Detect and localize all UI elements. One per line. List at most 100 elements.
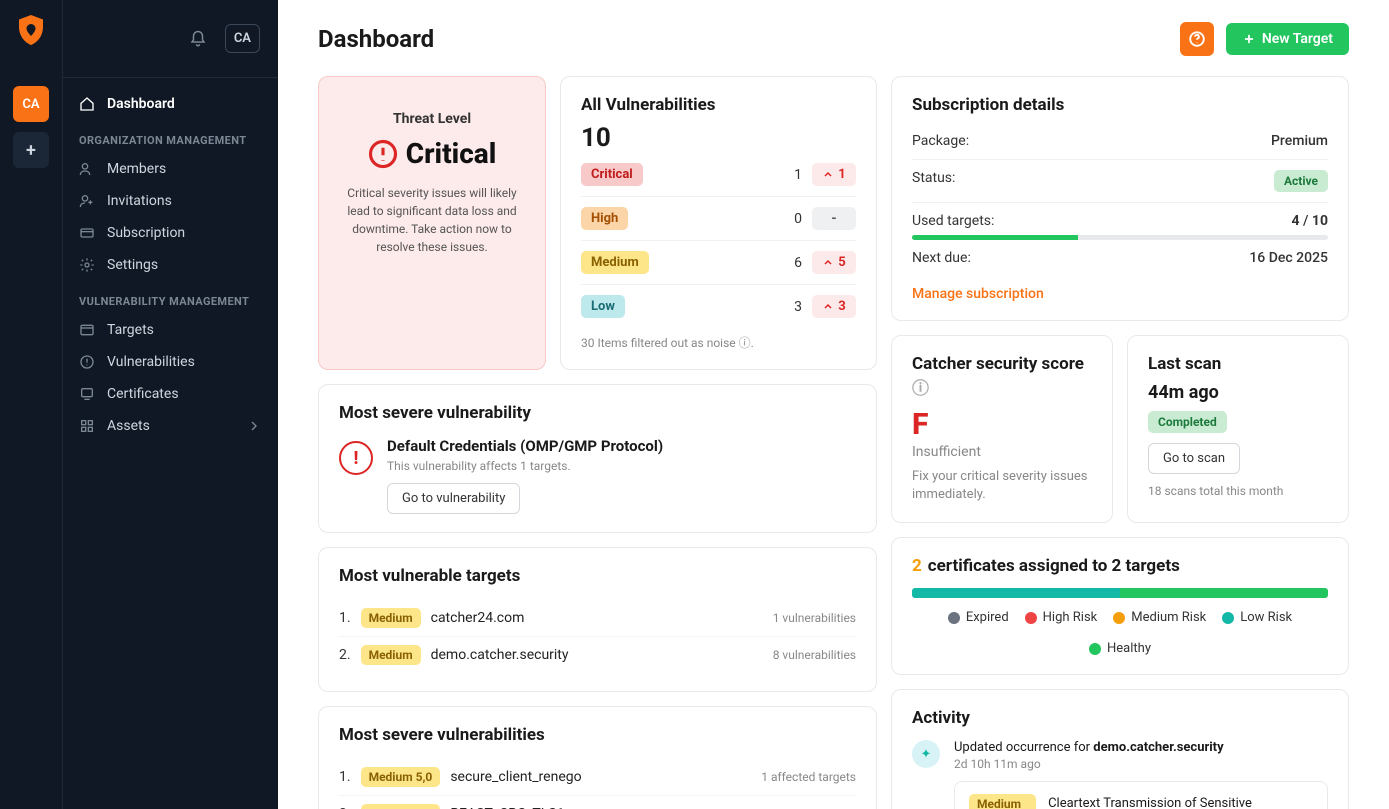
- score-card: Catcher security score ⓘ F Insufficient …: [891, 335, 1113, 523]
- vuln-title: All Vulnerabilities: [581, 95, 856, 115]
- sidebar-item-members[interactable]: Members: [63, 153, 278, 185]
- score-fix: Fix your critical severity issues immedi…: [912, 468, 1092, 504]
- all-vulnerabilities-card: All Vulnerabilities 10 Critical 1 1 High…: [560, 76, 877, 370]
- trend-badge: 1: [812, 163, 856, 186]
- vuln-row[interactable]: Low 3 3: [581, 285, 856, 328]
- score-sub: Insufficient: [912, 444, 1092, 460]
- chevron-right-icon: [246, 418, 262, 434]
- vuln-row[interactable]: High 0 -: [581, 197, 856, 241]
- threat-level-card: Threat Level Critical Critical severity …: [318, 76, 546, 370]
- sidebar-item-label: Targets: [107, 322, 154, 338]
- activity-ago: 2d 10h 11m ago: [954, 757, 1328, 771]
- sub-package-value: Premium: [1271, 133, 1328, 149]
- sidebar-item-label: Members: [107, 161, 166, 177]
- severity-pill: High: [581, 207, 628, 230]
- last-scan-meta: 18 scans total this month: [1148, 484, 1328, 498]
- vuln-count: 0: [794, 211, 812, 227]
- user-menu[interactable]: CA: [225, 24, 260, 53]
- help-button[interactable]: [1180, 22, 1214, 56]
- sv-heading: Most severe vulnerabilities: [339, 725, 856, 745]
- score-grade: F: [912, 407, 1092, 442]
- trend-badge: 3: [812, 295, 856, 318]
- sidebar-item-subscription[interactable]: Subscription: [63, 217, 278, 249]
- vuln-count: 6: [794, 255, 812, 271]
- vuln-count: 3: [794, 299, 812, 315]
- sidebar-item-label: Settings: [107, 257, 158, 273]
- most-severe-vulns-card: Most severe vulnerabilities 1. Medium 5,…: [318, 706, 877, 809]
- page-title: Dashboard: [318, 25, 434, 53]
- sidebar-item-assets[interactable]: Assets: [63, 410, 278, 442]
- severity-pill: Medium 5,0: [361, 804, 441, 809]
- sidebar-item-label: Dashboard: [107, 96, 175, 112]
- severity-pill: Low: [581, 295, 625, 318]
- app-logo-icon: [13, 12, 49, 48]
- sidebar-heading: ORGANIZATION MANAGEMENT: [63, 120, 278, 153]
- subscription-card: Subscription details Package: Premium St…: [891, 76, 1349, 321]
- help-icon: [1188, 30, 1206, 48]
- trend-badge: -: [812, 207, 856, 230]
- sub-title: Subscription details: [912, 95, 1328, 115]
- new-target-label: New Target: [1262, 31, 1333, 47]
- sub-status-label: Status:: [912, 170, 955, 192]
- activity-text: Updated occurrence for demo.catcher.secu…: [954, 740, 1328, 755]
- last-scan-heading: Last scan: [1148, 354, 1328, 374]
- sidebar-item-dashboard[interactable]: Dashboard: [63, 88, 278, 120]
- gear-icon: [79, 257, 95, 273]
- activity-heading: Activity: [912, 708, 1328, 728]
- vuln-count: 1: [794, 167, 812, 183]
- sub-status-pill: Active: [1274, 170, 1328, 192]
- card-icon: [79, 225, 95, 241]
- activity-card: Activity ✦ Updated occurrence for demo.c…: [891, 689, 1349, 809]
- certificates-card: 2certificates assigned to 2 targets Expi…: [891, 537, 1349, 675]
- cert-bar: [912, 588, 1328, 598]
- cert-icon: [79, 386, 95, 402]
- sub-targets-value: 4 / 10: [1291, 213, 1328, 229]
- sub-package-label: Package:: [912, 133, 969, 149]
- severity-pill: Medium: [581, 251, 649, 274]
- vuln-row[interactable]: Critical 1 1: [581, 153, 856, 197]
- threat-description: Critical severity issues will likely lea…: [335, 184, 529, 256]
- severity-pill: Critical: [581, 163, 643, 186]
- sidebar-item-certificates[interactable]: Certificates: [63, 378, 278, 410]
- threat-title: Threat Level: [335, 111, 529, 127]
- add-org-button[interactable]: +: [13, 132, 49, 168]
- alert-icon: [79, 354, 95, 370]
- go-to-scan-button[interactable]: Go to scan: [1148, 443, 1240, 474]
- trend-badge: 5: [812, 251, 856, 274]
- sidebar-item-label: Invitations: [107, 193, 172, 209]
- msv-heading: Most severe vulnerability: [339, 403, 856, 423]
- vuln-total: 10: [581, 123, 856, 153]
- vuln-noise: 30 Items filtered out as noise ⓘ.: [581, 334, 856, 351]
- sparkle-icon: ✦: [912, 740, 940, 768]
- cert-title: 2certificates assigned to 2 targets: [912, 556, 1328, 576]
- most-vulnerable-targets-card: Most vulnerable targets 1. Medium catche…: [318, 547, 877, 692]
- bell-icon[interactable]: [189, 30, 207, 48]
- grid-icon: [79, 418, 95, 434]
- list-icon: [79, 322, 95, 338]
- msv-sub: This vulnerability affects 1 targets.: [387, 459, 663, 473]
- users-icon: [79, 161, 95, 177]
- invite-icon: [79, 193, 95, 209]
- severity-pill: Medium 5,0: [361, 767, 441, 787]
- msv-title: Default Credentials (OMP/GMP Protocol): [387, 437, 663, 455]
- home-icon: [79, 96, 95, 112]
- severity-pill: Medium: [361, 645, 421, 665]
- sidebar-item-label: Certificates: [107, 386, 179, 402]
- target-row[interactable]: 2. Medium demo.catcher.security 8 vulner…: [339, 637, 856, 673]
- vuln-row[interactable]: Medium 6 5: [581, 241, 856, 285]
- new-target-button[interactable]: New Target: [1226, 23, 1349, 55]
- sidebar-item-invitations[interactable]: Invitations: [63, 185, 278, 217]
- plus-icon: [1242, 32, 1256, 46]
- severity-pill: Medium: [361, 608, 421, 628]
- last-scan-card: Last scan 44m ago Completed Go to scan 1…: [1127, 335, 1349, 523]
- vuln-list-row[interactable]: 2. Medium 5,0 BEAST_CBC_TLS1 1 affected …: [339, 796, 856, 809]
- sidebar-item-settings[interactable]: Settings: [63, 249, 278, 281]
- target-row[interactable]: 1. Medium catcher24.com 1 vulnerabilitie…: [339, 600, 856, 637]
- org-badge[interactable]: CA: [13, 86, 49, 122]
- sub-due-value: 16 Dec 2025: [1249, 250, 1328, 266]
- manage-subscription-link[interactable]: Manage subscription: [912, 286, 1328, 302]
- vuln-list-row[interactable]: 1. Medium 5,0 secure_client_renego 1 aff…: [339, 759, 856, 796]
- sidebar-item-vulnerabilities[interactable]: Vulnerabilities: [63, 346, 278, 378]
- sidebar-item-targets[interactable]: Targets: [63, 314, 278, 346]
- go-to-vuln-button[interactable]: Go to vulnerability: [387, 483, 520, 514]
